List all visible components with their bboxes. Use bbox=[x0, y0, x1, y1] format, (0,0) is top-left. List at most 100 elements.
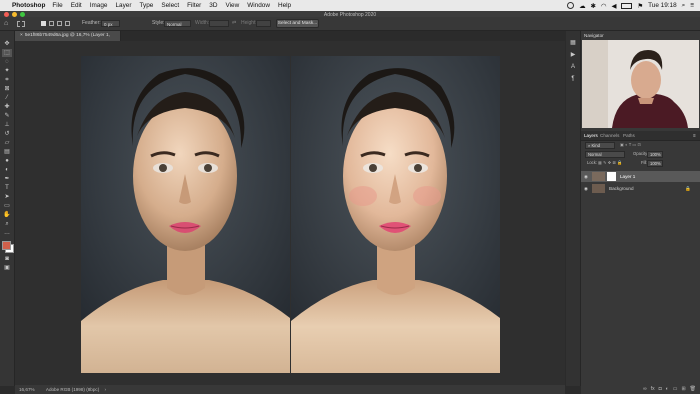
menu-edit[interactable]: Edit bbox=[71, 2, 82, 9]
crop-tool-icon[interactable]: ⌗ bbox=[2, 76, 12, 84]
layer-thumbnail[interactable] bbox=[592, 172, 605, 181]
eraser-tool-icon[interactable]: ▱ bbox=[2, 139, 12, 147]
intersect-selection-icon[interactable] bbox=[65, 21, 70, 26]
visibility-eye-icon[interactable]: ◉ bbox=[584, 183, 588, 194]
menu-select[interactable]: Select bbox=[161, 2, 179, 9]
history-brush-tool-icon[interactable]: ↺ bbox=[2, 130, 12, 138]
width-field[interactable] bbox=[209, 20, 229, 27]
creative-cloud-icon[interactable]: ☁ bbox=[579, 2, 585, 10]
zoom-level[interactable]: 16,67% bbox=[19, 387, 35, 392]
history-panel-icon[interactable]: ▦ bbox=[568, 39, 578, 47]
kind-filter-select[interactable]: ⌕ Kind bbox=[585, 142, 615, 149]
status-arrow-icon[interactable]: › bbox=[105, 387, 107, 392]
zoom-tool-icon[interactable]: ⌕ bbox=[2, 220, 12, 228]
clock[interactable]: Tue 19:18 bbox=[648, 2, 677, 9]
height-field[interactable] bbox=[256, 20, 271, 27]
character-panel-icon[interactable]: A bbox=[568, 63, 578, 71]
menu-filter[interactable]: Filter bbox=[187, 2, 201, 9]
status-circle-icon[interactable] bbox=[567, 2, 575, 9]
frame-tool-icon[interactable]: ⊠ bbox=[2, 85, 12, 93]
healing-brush-tool-icon[interactable]: ✚ bbox=[2, 103, 12, 111]
filter-icons[interactable]: ▣ ◐ T ▭ ⊡ bbox=[618, 142, 688, 149]
marquee-tool-preset-icon[interactable] bbox=[17, 21, 25, 27]
rectangle-tool-icon[interactable]: ▭ bbox=[2, 202, 12, 210]
menu-image[interactable]: Image bbox=[90, 2, 108, 9]
new-layer-icon[interactable]: ⊞ bbox=[681, 386, 685, 392]
play-panel-icon[interactable]: ▶ bbox=[568, 51, 578, 59]
brush-tool-icon[interactable]: ✎ bbox=[2, 112, 12, 120]
close-document-icon[interactable]: × bbox=[20, 33, 23, 38]
menu-type[interactable]: Type bbox=[139, 2, 153, 9]
layers-bottom-bar: ∞ fx ◘ ◐ ▭ ⊞ 🗑 bbox=[581, 384, 700, 394]
layer-row-background[interactable]: ◉ Background 🔒 bbox=[581, 183, 700, 194]
paragraph-panel-icon[interactable]: ¶ bbox=[568, 75, 578, 83]
swap-icon[interactable]: ⇄ bbox=[232, 20, 236, 27]
menu-window[interactable]: Window bbox=[247, 2, 270, 9]
more-tools-icon[interactable]: … bbox=[2, 229, 12, 237]
menu-view[interactable]: View bbox=[225, 2, 239, 9]
menu-file[interactable]: File bbox=[52, 2, 62, 9]
menu-help[interactable]: Help bbox=[278, 2, 291, 9]
panel-menu-icon[interactable]: ≡ bbox=[693, 132, 696, 139]
menu-list-icon[interactable]: ≡ bbox=[690, 2, 694, 9]
move-tool-icon[interactable]: ✥ bbox=[2, 40, 12, 48]
eyedropper-tool-icon[interactable]: ⁄ bbox=[2, 94, 12, 102]
link-layers-icon[interactable]: ∞ bbox=[643, 386, 647, 392]
screen-mode-icon[interactable]: ▣ bbox=[2, 264, 12, 272]
trash-icon[interactable]: 🗑 bbox=[690, 386, 696, 392]
search-icon[interactable]: ⌕ bbox=[682, 2, 686, 10]
feather-field[interactable]: 0 px bbox=[101, 20, 120, 27]
pen-tool-icon[interactable]: ✒ bbox=[2, 175, 12, 183]
layer-thumbnail[interactable] bbox=[592, 184, 605, 193]
opacity-field[interactable]: 100% bbox=[647, 151, 663, 158]
canvas-photo-right bbox=[291, 56, 500, 373]
menu-layer[interactable]: Layer bbox=[115, 2, 131, 9]
fill-field[interactable]: 100% bbox=[647, 160, 663, 167]
bluetooth-icon[interactable]: ✱ bbox=[591, 2, 596, 10]
select-and-mask-button[interactable]: Select and Mask... bbox=[276, 19, 319, 28]
subtract-selection-icon[interactable] bbox=[57, 21, 62, 26]
menu-3d[interactable]: 3D bbox=[209, 2, 217, 9]
style-label: Style: bbox=[152, 20, 165, 26]
wifi-icon[interactable]: ◠ bbox=[601, 2, 607, 10]
magic-wand-tool-icon[interactable]: ✦ bbox=[2, 67, 12, 75]
layer-name: Layer 1 bbox=[620, 174, 636, 179]
menu-app-name[interactable]: Photoshop bbox=[12, 2, 45, 9]
quick-mask-icon[interactable]: ◙ bbox=[2, 255, 12, 263]
volume-icon[interactable]: ◀ bbox=[611, 2, 616, 10]
tab-paths[interactable]: Paths bbox=[623, 132, 635, 139]
tools-panel: ✥ ⬚ ◌ ✦ ⌗ ⊠ ⁄ ✚ ✎ ⊥ ↺ ▱ ▤ ● ◐ ✒ T ➤ ▭ ✋ … bbox=[0, 31, 15, 386]
fx-icon[interactable]: fx bbox=[651, 386, 655, 392]
tab-layers[interactable]: Layers bbox=[584, 132, 598, 139]
lock-icon[interactable]: 🔒 bbox=[685, 183, 691, 194]
blend-mode-select[interactable]: Normal bbox=[585, 151, 625, 158]
foreground-color-swatch[interactable] bbox=[2, 241, 11, 250]
path-selection-tool-icon[interactable]: ➤ bbox=[2, 193, 12, 201]
feather-label: Feather: bbox=[82, 20, 101, 26]
add-selection-icon[interactable] bbox=[49, 21, 54, 26]
dodge-tool-icon[interactable]: ◐ bbox=[2, 166, 12, 174]
tab-channels[interactable]: Channels bbox=[600, 132, 619, 139]
new-selection-icon[interactable] bbox=[41, 21, 46, 26]
hand-tool-icon[interactable]: ✋ bbox=[2, 211, 12, 219]
visibility-eye-icon[interactable]: ◉ bbox=[584, 171, 588, 182]
add-mask-icon[interactable]: ◘ bbox=[659, 386, 662, 392]
battery-icon[interactable] bbox=[621, 2, 633, 9]
navigator-tab[interactable]: Navigator bbox=[584, 32, 604, 39]
adjustment-layer-icon[interactable]: ◐ bbox=[666, 386, 669, 392]
gradient-tool-icon[interactable]: ▤ bbox=[2, 148, 12, 156]
navigator-thumbnail[interactable] bbox=[582, 40, 699, 128]
lasso-tool-icon[interactable]: ◌ bbox=[2, 58, 12, 66]
document-tab[interactable]: ×5e1f86b7549d6a.jpg @ 16,7% (Layer 1, RG… bbox=[15, 31, 121, 48]
blur-tool-icon[interactable]: ● bbox=[2, 157, 12, 165]
style-select[interactable]: Normal bbox=[164, 20, 191, 27]
clone-stamp-tool-icon[interactable]: ⊥ bbox=[2, 121, 12, 129]
type-tool-icon[interactable]: T bbox=[2, 184, 12, 192]
flag-icon[interactable]: ⚑ bbox=[637, 2, 643, 10]
group-icon[interactable]: ▭ bbox=[673, 386, 678, 392]
marquee-tool-icon[interactable]: ⬚ bbox=[2, 49, 12, 57]
layer-mask-thumbnail[interactable] bbox=[607, 172, 616, 181]
lock-icons[interactable]: ▦ ✎ ✥ ⊠ 🔒 bbox=[596, 160, 636, 167]
layer-row-layer-1[interactable]: ◉ Layer 1 bbox=[581, 171, 700, 182]
home-icon[interactable]: ⌂ bbox=[4, 20, 8, 27]
